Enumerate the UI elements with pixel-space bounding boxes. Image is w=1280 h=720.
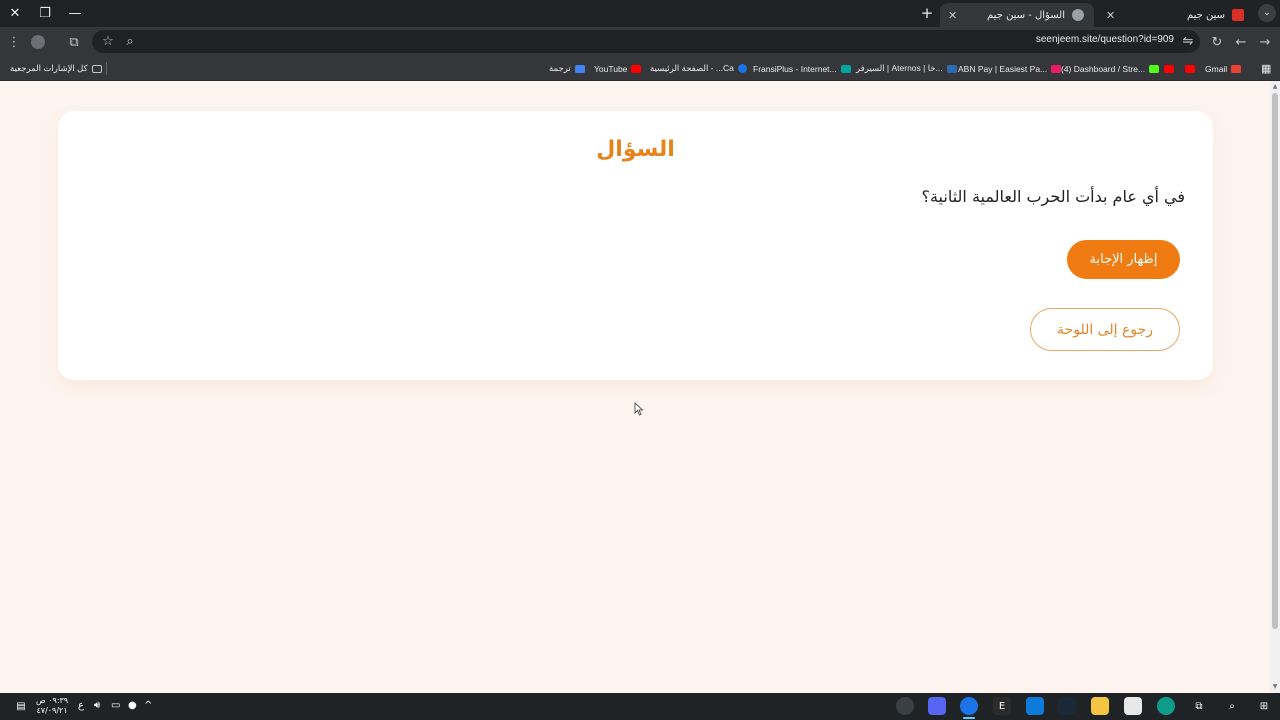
bookmark-fransiplus[interactable]: FransiPlus - Internet... [753, 62, 851, 75]
browser-toolbar: ⋮ ⧉ ☆ ⌕ seenjeem.site/question?id=909 ⇋ … [0, 27, 1280, 56]
tab-title: سين جيم [1186, 9, 1225, 21]
bookmark-label: الصفحة الرئيسية - ...Ca [650, 63, 734, 73]
back-to-board-button[interactable]: رجوع إلى اللوحة [1030, 308, 1180, 351]
bookmark-home[interactable]: الصفحة الرئيسية - ...Ca [650, 62, 747, 75]
bookmark-gmail[interactable]: Gmail [1205, 62, 1242, 75]
scroll-thumb[interactable] [1272, 93, 1278, 629]
volume-icon[interactable]: 🔊︎ [94, 700, 100, 711]
file-explorer-icon[interactable] [1091, 697, 1109, 715]
bookmark-label: ترجمة [549, 63, 571, 73]
bookmark-abnpay[interactable]: ABN Pay | Easiest Pa... [958, 62, 1062, 75]
url-text: seenjeem.site/question?id=909 [1035, 34, 1174, 45]
bookmark-label: YouTube [594, 63, 628, 74]
chrome-app-icon[interactable] [960, 697, 978, 719]
bookmark-label: FransiPlus - Internet... [753, 63, 837, 74]
title-bar: ✕ ❐ — + السؤال - سين جيم ✕ سين جيم ✕ ⌄ [0, 0, 1280, 27]
bookmarks-bar: كل الإشارات المرجعية ترجمة YouTube الصفح… [0, 56, 1280, 81]
bookmark-youtube-2[interactable] [1164, 62, 1174, 75]
site-logo-icon [1232, 9, 1244, 21]
folder-icon [91, 64, 102, 73]
question-text: في أي عام بدأت الحرب العالمية الثانية؟ [921, 187, 1185, 206]
clock-date: ٤٧/٠٩/٢١ [36, 706, 68, 715]
show-hidden-icons-icon[interactable]: ^ [144, 700, 152, 711]
obs-app-icon[interactable] [896, 697, 914, 715]
profile-avatar[interactable] [28, 32, 48, 52]
aternos-icon [946, 64, 957, 73]
edge-app-icon[interactable] [1157, 697, 1175, 715]
bookmark-translate[interactable]: ترجمة [549, 62, 585, 75]
language-indicator[interactable]: ع [78, 700, 84, 711]
bookmark-youtube[interactable]: YouTube [594, 62, 642, 75]
bookmark-label: السيرفر | Aternos | خا... [856, 63, 943, 73]
bookmark-label: (4) Dashboard / Stre... [1061, 63, 1146, 74]
fransi-icon [840, 64, 851, 73]
youtube-icon [1185, 64, 1195, 73]
all-bookmarks-label: كل الإشارات المرجعية [10, 63, 88, 73]
close-tab-icon[interactable]: ✕ [1106, 9, 1115, 22]
bookmark-label: ABN Pay | Easiest Pa... [958, 63, 1048, 74]
kick-icon [1149, 64, 1160, 73]
windows-start-icon[interactable]: ⊞ [1255, 697, 1273, 715]
globe-icon [1072, 9, 1084, 21]
restore-window-icon[interactable]: ❐ [30, 0, 60, 27]
page-content: السؤال في أي عام بدأت الحرب العالمية الث… [0, 81, 1270, 693]
all-bookmarks-folder[interactable]: كل الإشارات المرجعية [10, 62, 102, 75]
clock-time: ٠٩:٣٩ ص [36, 696, 69, 705]
battlenet-app-icon[interactable] [1026, 697, 1044, 715]
site-settings-icon[interactable]: ⇋ [1178, 31, 1198, 51]
network-icon[interactable]: ▭ [111, 700, 120, 711]
scroll-down-icon[interactable]: ▼ [1271, 683, 1279, 691]
extensions-icon[interactable]: ⧉ [64, 32, 84, 52]
close-window-icon[interactable]: ✕ [0, 0, 30, 27]
translate-icon [574, 64, 585, 73]
discord-app-icon[interactable] [928, 697, 946, 715]
close-tab-icon[interactable]: ✕ [948, 9, 957, 22]
gmail-icon [1231, 64, 1242, 73]
new-tab-button[interactable]: + [918, 4, 936, 22]
menu-icon[interactable]: ⋮ [4, 32, 24, 52]
notifications-icon[interactable]: ▤ [12, 697, 30, 715]
tab-question[interactable]: السؤال - سين جيم ✕ [940, 3, 1094, 27]
bookmarks-divider [106, 62, 107, 75]
clock[interactable]: ٠٩:٣٩ ص ٤٧/٠٩/٢١ [36, 696, 68, 716]
search-icon[interactable]: ⌕ [1223, 697, 1241, 715]
microphone-icon[interactable]: ● [128, 700, 137, 711]
taskbar: ▤ ٠٩:٣٩ ص ٤٧/٠٩/٢١ ع 🔊︎ ▭ ● ^ E ⧉ ⌕ ⊞ [0, 693, 1280, 720]
youtube-icon [1164, 64, 1174, 73]
minimize-window-icon[interactable]: — [60, 0, 90, 27]
card-title: السؤال [596, 137, 675, 162]
page-scrollbar[interactable]: ▲ ▼ [1270, 81, 1280, 693]
tab-search-icon[interactable]: ⌄ [1258, 4, 1276, 22]
bookmark-star-icon[interactable]: ☆ [98, 31, 118, 51]
address-bar[interactable]: ☆ ⌕ seenjeem.site/question?id=909 ⇋ [92, 30, 1200, 53]
bookmark-dashboard[interactable]: (4) Dashboard / Stre... [1061, 62, 1160, 75]
apps-grid-icon[interactable]: ▦ [1261, 62, 1271, 75]
youtube-icon [631, 64, 642, 73]
bookmark-label: Gmail [1205, 63, 1228, 74]
reload-icon[interactable]: ↻ [1207, 32, 1227, 52]
back-icon[interactable]: ← [1231, 32, 1251, 52]
mouse-cursor-icon [634, 402, 644, 416]
store-app-icon[interactable] [1124, 697, 1142, 715]
question-card: السؤال في أي عام بدأت الحرب العالمية الث… [58, 111, 1213, 380]
epic-games-app-icon[interactable]: E [993, 697, 1011, 715]
tab-title: السؤال - سين جيم [987, 9, 1065, 21]
zoom-icon[interactable]: ⌕ [120, 31, 140, 51]
task-view-icon[interactable]: ⧉ [1190, 697, 1208, 715]
forward-icon[interactable]: → [1255, 32, 1275, 52]
scroll-up-icon[interactable]: ▲ [1271, 83, 1279, 91]
show-answer-button[interactable]: إظهار الإجابة [1067, 240, 1180, 279]
tab-seenjeem[interactable]: سين جيم ✕ [1098, 3, 1254, 27]
edge-icon [737, 64, 747, 73]
steam-app-icon[interactable] [1058, 697, 1076, 715]
bookmark-aternos[interactable]: السيرفر | Aternos | خا... [856, 62, 957, 75]
abnpay-icon [1051, 64, 1062, 73]
bookmark-youtube-3[interactable] [1185, 62, 1195, 75]
